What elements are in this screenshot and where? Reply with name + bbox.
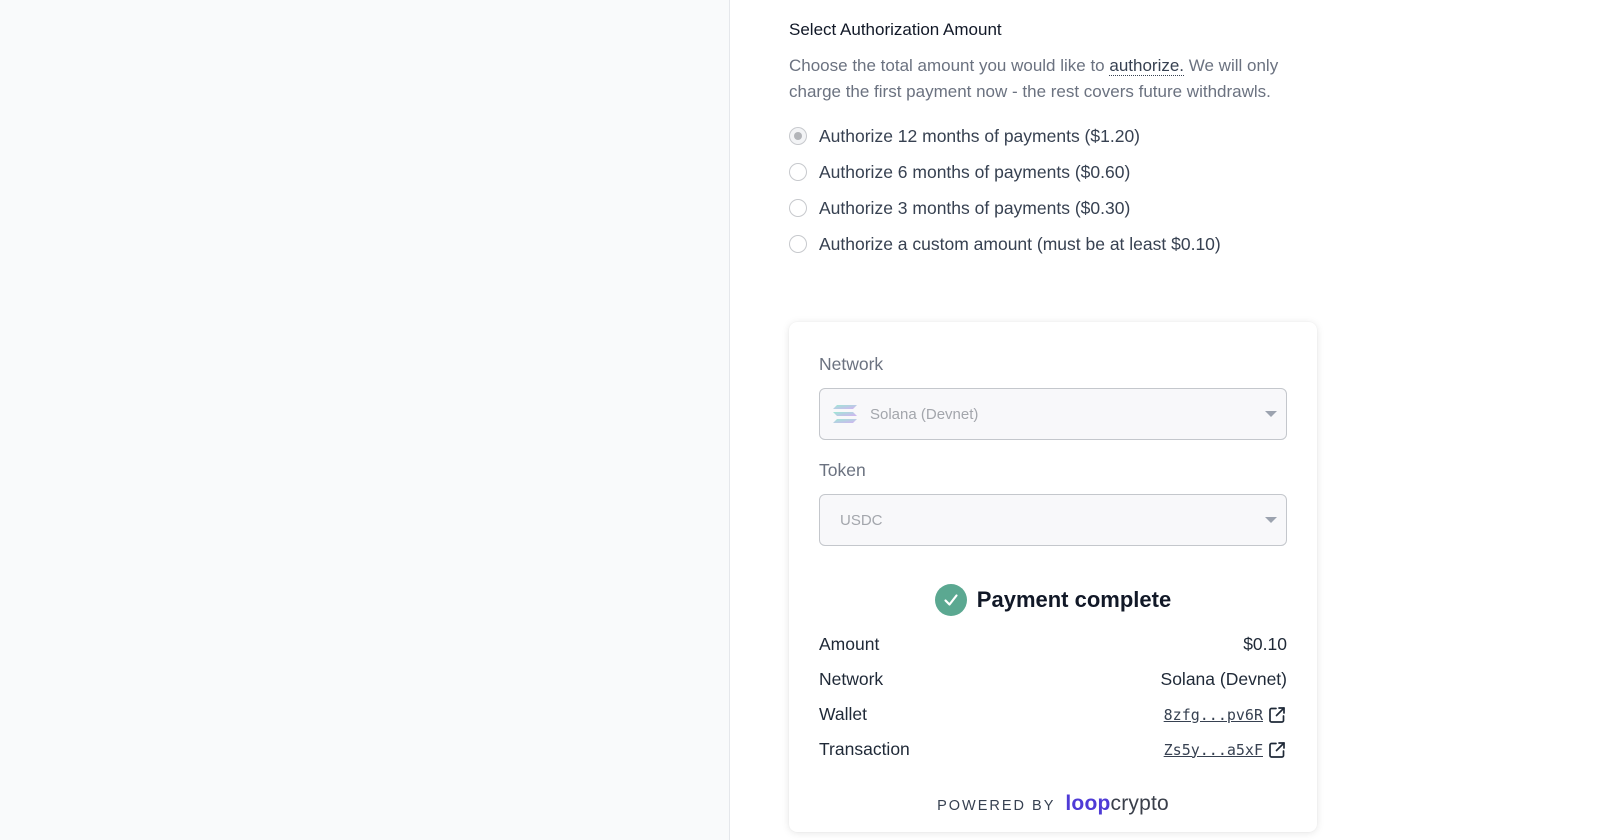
payment-card: Network Solana (Devnet) Token USDC Payme… <box>789 322 1317 832</box>
checkmark-icon <box>944 594 958 606</box>
powered-by-footer: POWERED BY loopcrypto <box>789 792 1317 816</box>
check-circle-icon <box>934 584 967 616</box>
detail-row-wallet: Wallet 8zfg...pv6R <box>819 697 1287 732</box>
network-key: Network <box>819 669 884 689</box>
radio-12-months[interactable] <box>789 127 807 145</box>
authorization-description: Choose the total amount you would like t… <box>789 53 1309 104</box>
network-label: Network <box>819 354 884 374</box>
powered-by-text: POWERED BY <box>937 798 1056 814</box>
radio-3-months[interactable] <box>789 199 807 217</box>
wallet-link[interactable]: 8zfg...pv6R <box>1164 705 1287 725</box>
amount-value: $0.10 <box>1243 634 1287 654</box>
network-select[interactable]: Solana (Devnet) <box>819 388 1287 440</box>
transaction-link[interactable]: Zs5y...a5xF <box>1164 740 1287 760</box>
authorize-term[interactable]: authorize. <box>1109 56 1185 76</box>
option-label-6-months: Authorize 6 months of payments ($0.60) <box>819 161 1131 182</box>
network-chevron-down-icon <box>1265 411 1277 417</box>
left-panel <box>0 0 730 840</box>
token-label: Token <box>819 460 866 480</box>
external-link-icon[interactable] <box>1267 705 1287 725</box>
authorization-options: Authorize 12 months of payments ($1.20) … <box>789 118 1309 262</box>
detail-row-network: Network Solana (Devnet) <box>819 662 1287 697</box>
payment-status: Payment complete <box>789 584 1317 616</box>
radio-custom-amount[interactable] <box>789 235 807 253</box>
external-link-icon[interactable] <box>1267 740 1287 760</box>
checkout-page: Select Authorization Amount Choose the t… <box>0 0 1619 840</box>
radio-6-months[interactable] <box>789 163 807 181</box>
option-label-12-months: Authorize 12 months of payments ($1.20) <box>819 125 1141 146</box>
option-label-custom-amount: Authorize a custom amount (must be at le… <box>819 233 1221 254</box>
transaction-hash[interactable]: Zs5y...a5xF <box>1164 741 1263 759</box>
description-text-start: Choose the total amount you would like t… <box>789 56 1110 75</box>
wallet-address[interactable]: 8zfg...pv6R <box>1164 706 1263 724</box>
brand-crypto: crypto <box>1110 792 1169 815</box>
amount-key: Amount <box>819 634 880 654</box>
authorization-section: Select Authorization Amount Choose the t… <box>789 18 1309 262</box>
network-select-value: Solana (Devnet) <box>870 405 979 423</box>
option-custom-amount[interactable]: Authorize a custom amount (must be at le… <box>789 226 1309 262</box>
token-chevron-down-icon <box>1265 517 1277 523</box>
option-6-months[interactable]: Authorize 6 months of payments ($0.60) <box>789 154 1309 190</box>
detail-row-amount: Amount $0.10 <box>819 627 1287 662</box>
token-select-value: USDC <box>840 511 883 529</box>
payment-status-text: Payment complete <box>976 587 1172 612</box>
detail-row-transaction: Transaction Zs5y...a5xF <box>819 732 1287 767</box>
right-panel: Select Authorization Amount Choose the t… <box>730 0 1619 840</box>
option-3-months[interactable]: Authorize 3 months of payments ($0.30) <box>789 190 1309 226</box>
option-label-3-months: Authorize 3 months of payments ($0.30) <box>819 197 1131 218</box>
brand-loop: loop <box>1065 792 1111 815</box>
token-select[interactable]: USDC <box>819 494 1287 546</box>
payment-details: Amount $0.10 Network Solana (Devnet) Wal… <box>819 627 1287 767</box>
wallet-key: Wallet <box>819 704 867 724</box>
solana-logo-icon <box>833 405 857 423</box>
option-12-months[interactable]: Authorize 12 months of payments ($1.20) <box>789 118 1309 154</box>
authorization-title: Select Authorization Amount <box>789 20 1002 39</box>
network-value: Solana (Devnet) <box>1160 669 1287 689</box>
loopcrypto-logo[interactable]: loopcrypto <box>1065 792 1169 816</box>
transaction-key: Transaction <box>819 739 910 759</box>
